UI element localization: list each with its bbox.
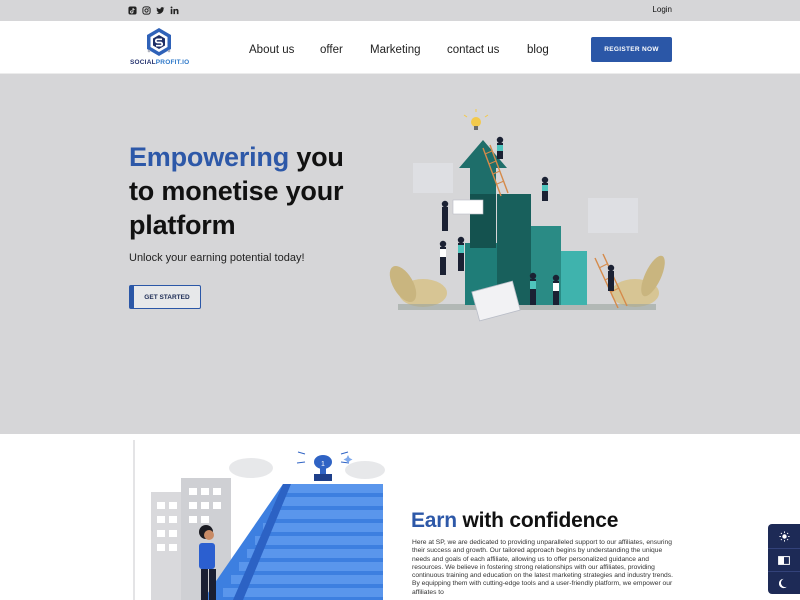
tiktok-icon[interactable]	[128, 5, 137, 15]
hero-headline-accent: Empowering	[129, 142, 290, 172]
nav-contact-us[interactable]: contact us	[447, 44, 499, 56]
hero-headline-line-1-rest: you	[289, 142, 344, 172]
display-settings-toolbar	[768, 524, 800, 594]
social-links	[128, 5, 179, 15]
get-started-button[interactable]: GET STARTED	[129, 285, 201, 309]
moon-icon[interactable]	[768, 571, 800, 594]
top-utility-bar: Login	[0, 0, 800, 21]
main-navbar: SOCIALPROFIT.IO About us offer Marketing…	[0, 21, 800, 74]
hero-headline-line-1: Empowering you	[129, 140, 344, 174]
nav-links: About us offer Marketing contact us blog	[0, 44, 800, 56]
twitter-icon[interactable]	[156, 5, 165, 15]
logo-wordmark: SOCIALPROFIT.IO	[130, 59, 189, 66]
earn-section-body: Here at SP, we are dedicated to providin…	[412, 539, 673, 596]
hero-wave-divider	[0, 360, 800, 410]
nav-about-us[interactable]: About us	[249, 44, 294, 56]
earn-section-title: Earn with confidence	[411, 509, 618, 533]
logo-text-accent: PROFIT.IO	[155, 59, 190, 66]
login-link[interactable]: Login	[652, 5, 672, 14]
contrast-toggle-icon[interactable]	[768, 548, 800, 571]
growth-team-illustration	[389, 109, 665, 322]
winner-stairs-illustration: 1	[133, 440, 385, 600]
hero-headline: Empowering you to monetise your platform	[129, 140, 344, 242]
linkedin-icon[interactable]	[170, 5, 179, 15]
instagram-icon[interactable]	[142, 5, 151, 15]
hero-headline-line-2: to monetise your	[129, 176, 344, 206]
nav-blog[interactable]: blog	[527, 44, 549, 56]
nav-offer[interactable]: offer	[320, 44, 343, 56]
earn-title-accent: Earn	[411, 509, 457, 532]
logo-text-main: SOCIAL	[130, 59, 156, 66]
hero-subtitle: Unlock your earning potential today!	[129, 252, 305, 264]
hero-headline-line-3: platform	[129, 210, 236, 240]
earn-title-rest: with confidence	[456, 509, 619, 532]
register-now-button[interactable]: REGISTER NOW	[591, 37, 672, 62]
trophy-number: 1	[321, 461, 325, 468]
nav-marketing[interactable]: Marketing	[370, 44, 421, 56]
sun-icon[interactable]	[768, 525, 800, 548]
